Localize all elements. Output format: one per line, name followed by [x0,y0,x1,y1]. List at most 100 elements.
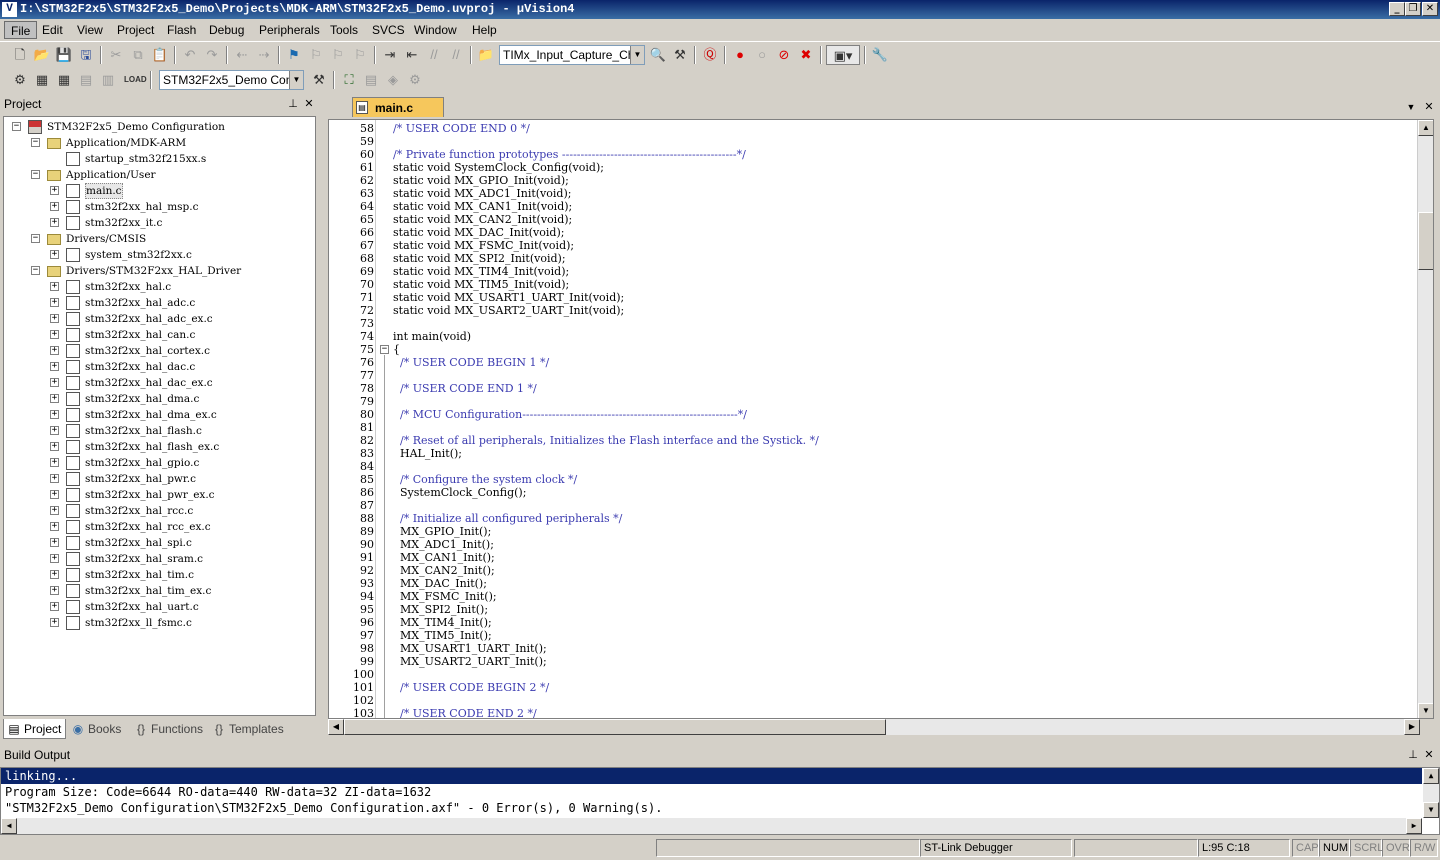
code-line[interactable]: 81 [329,421,1417,434]
scroll-down-icon[interactable]: ▼ [1423,802,1439,818]
expand-icon[interactable]: + [50,282,59,291]
menu-file[interactable]: File [4,21,38,39]
find-icon[interactable]: 🔍 [648,45,668,65]
select-packs-icon[interactable]: ▤ [361,70,381,90]
configure-icon[interactable]: 🔧 [870,45,890,65]
tree-item[interactable]: − STM32F2x5_Demo Configuration [4,119,314,135]
horizontal-scrollbar[interactable]: ◀ ▶ [328,719,1420,735]
code-line[interactable]: 62 static void MX_GPIO_Init(void); [329,174,1417,187]
paste-icon[interactable]: 📋 [150,45,170,65]
code-line[interactable]: 100 [329,668,1417,681]
code-line[interactable]: 67 static void MX_FSMC_Init(void); [329,239,1417,252]
code-line[interactable]: 58 /* USER CODE END 0 */ [329,122,1417,135]
scroll-left-icon[interactable]: ◀ [328,719,344,735]
tree-item[interactable]: + stm32f2xx_hal_dac_ex.c [4,375,314,391]
tab-main-c[interactable]: ▤ main.c [352,97,444,117]
indent-icon[interactable]: ⇥ [380,45,400,65]
scroll-up-icon[interactable]: ▲ [1423,768,1439,784]
expand-icon[interactable]: + [50,218,59,227]
rebuild-icon[interactable]: ▦ [54,70,74,90]
restore-button[interactable]: ❐ [1405,2,1421,16]
code-line[interactable]: 64 static void MX_CAN1_Init(void); [329,200,1417,213]
find-combo[interactable]: TIMx_Input_Capture_Cha ▼ [499,45,645,65]
tree-item[interactable]: + stm32f2xx_hal_spi.c [4,535,314,551]
code-line[interactable]: 71 static void MX_USART1_UART_Init(void); [329,291,1417,304]
code-line[interactable]: 76 /* USER CODE BEGIN 1 */ [329,356,1417,369]
expand-icon[interactable]: + [50,554,59,563]
kill-breakpoints-icon[interactable]: ✖ [796,45,816,65]
expand-icon[interactable]: + [50,490,59,499]
expand-icon[interactable]: + [50,346,59,355]
expand-icon[interactable]: + [50,538,59,547]
code-line[interactable]: 94 MX_FSMC_Init(); [329,590,1417,603]
expand-icon[interactable]: + [50,330,59,339]
scroll-up-icon[interactable]: ▲ [1418,120,1433,136]
code-line[interactable]: 59 [329,135,1417,148]
menu-edit[interactable]: Edit [36,21,69,39]
load-icon[interactable]: LOAD [124,70,147,90]
tree-item[interactable]: + stm32f2xx_hal_pwr_ex.c [4,487,314,503]
tree-item[interactable]: + stm32f2xx_hal_flash.c [4,423,314,439]
manage-rte-icon[interactable]: ◈ [383,70,403,90]
expand-icon[interactable]: + [50,394,59,403]
vertical-scrollbar[interactable]: ▲ ▼ [1417,120,1433,718]
code-line[interactable]: 83 HAL_Init(); [329,447,1417,460]
fold-collapse-icon[interactable]: − [380,345,389,354]
expand-icon[interactable]: + [50,474,59,483]
code-line[interactable]: 88 /* Initialize all configured peripher… [329,512,1417,525]
manage-components-icon[interactable]: ⛶ [339,70,359,90]
expand-icon[interactable]: + [50,298,59,307]
tree-item[interactable]: − Application/User [4,167,314,183]
batch-build-icon[interactable]: ▤ [76,70,96,90]
expand-icon[interactable]: + [50,250,59,259]
code-line[interactable]: 97 MX_TIM5_Init(); [329,629,1417,642]
code-line[interactable]: 63 static void MX_ADC1_Init(void); [329,187,1417,200]
code-line[interactable]: 90 MX_ADC1_Init(); [329,538,1417,551]
tree-item[interactable]: + stm32f2xx_hal_pwr.c [4,471,314,487]
expand-icon[interactable]: + [50,570,59,579]
expand-icon[interactable]: + [50,602,59,611]
tree-item[interactable]: − Drivers/CMSIS [4,231,314,247]
bookmark-icon[interactable]: ⚑ [284,45,304,65]
tree-item[interactable]: + stm32f2xx_hal_tim_ex.c [4,583,314,599]
close-panel-icon[interactable]: ✕ [1422,747,1436,763]
open-file-icon[interactable]: 📂 [32,45,52,65]
tree-item[interactable]: + stm32f2xx_hal_dac.c [4,359,314,375]
expand-icon[interactable]: + [50,426,59,435]
menu-flash[interactable]: Flash [161,21,202,39]
tree-item[interactable]: + stm32f2xx_hal_tim.c [4,567,314,583]
breakpoint-icon[interactable]: ● [730,45,750,65]
target-combo[interactable]: STM32F2x5_Demo Config ▼ [159,70,304,90]
code-line[interactable]: 69 static void MX_TIM4_Init(void); [329,265,1417,278]
find-in-files-icon[interactable]: 📁 [476,45,496,65]
nav-forward-icon[interactable]: ⇢ [254,45,274,65]
collapse-icon[interactable]: − [31,138,40,147]
scroll-right-icon[interactable]: ▶ [1404,719,1420,735]
prev-bookmark-icon[interactable]: ⚐ [306,45,326,65]
tree-item[interactable]: + stm32f2xx_hal_rcc_ex.c [4,519,314,535]
tab-list-dropdown-icon[interactable]: ▼ [1404,99,1418,115]
cut-icon[interactable]: ✂ [106,45,126,65]
code-line[interactable]: 98 MX_USART1_UART_Init(); [329,642,1417,655]
tree-item[interactable]: − Drivers/STM32F2xx_HAL_Driver [4,263,314,279]
menu-window[interactable]: Window [408,21,463,39]
incremental-find-icon[interactable]: ⚒ [670,45,690,65]
tree-item[interactable]: + stm32f2xx_hal_adc.c [4,295,314,311]
code-editor[interactable]: 58 /* USER CODE END 0 */ 59 60 /* Private fu… [328,119,1434,719]
code-line[interactable]: 73 [329,317,1417,330]
tree-item[interactable]: + system_stm32f2xx.c [4,247,314,263]
tree-item[interactable]: + stm32f2xx_hal_msp.c [4,199,314,215]
clear-bookmarks-icon[interactable]: ⚐ [350,45,370,65]
stop-build-icon[interactable]: ▥ [98,70,118,90]
code-line[interactable]: 61 static void SystemClock_Config(void); [329,161,1417,174]
tree-item[interactable]: + stm32f2xx_hal_gpio.c [4,455,314,471]
code-line[interactable]: 86 SystemClock_Config(); [329,486,1417,499]
expand-icon[interactable]: + [50,362,59,371]
tree-item[interactable]: + stm32f2xx_hal.c [4,279,314,295]
code-line[interactable]: 78 /* USER CODE END 1 */ [329,382,1417,395]
scroll-thumb[interactable] [1418,212,1433,270]
tree-item[interactable]: + stm32f2xx_hal_sram.c [4,551,314,567]
menu-help[interactable]: Help [466,21,503,39]
pin-icon[interactable]: ⊥ [1406,747,1420,763]
code-line[interactable]: 84 [329,460,1417,473]
